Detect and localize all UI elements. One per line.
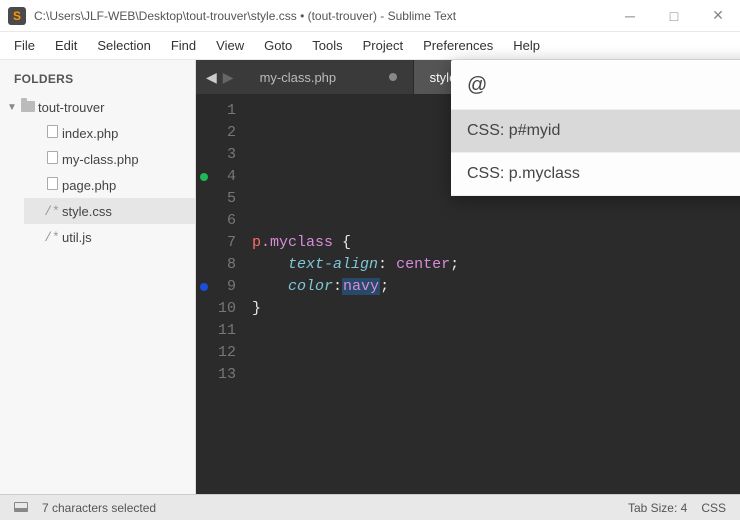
menu-edit[interactable]: Edit: [45, 34, 87, 57]
folder-tree: ▼ tout-trouver index.php my-class.php: [0, 94, 195, 250]
tab-nav-arrows: ◀ ▶: [196, 60, 244, 94]
file-icon: [42, 151, 62, 167]
line-number: 10: [196, 298, 236, 320]
line-number: 8: [196, 254, 236, 276]
menu-selection[interactable]: Selection: [87, 34, 160, 57]
tab-label: my-class.php: [260, 70, 337, 85]
tab-prev-icon[interactable]: ◀: [206, 69, 217, 86]
line-number: 5: [196, 188, 236, 210]
tree-file[interactable]: page.php: [24, 172, 195, 198]
app-icon: S: [8, 7, 26, 25]
menu-help[interactable]: Help: [503, 34, 550, 57]
main-area: FOLDERS ▼ tout-trouver index.php my-clas…: [0, 60, 740, 494]
tab-inactive[interactable]: my-class.php: [244, 60, 414, 94]
line-number: 13: [196, 364, 236, 386]
goto-option-selected[interactable]: CSS: p#myid: [451, 110, 740, 153]
goto-option[interactable]: CSS: p.myclass: [451, 153, 740, 196]
code-file-icon: /*: [42, 204, 62, 219]
status-tab-size[interactable]: Tab Size: 4: [628, 501, 687, 515]
menu-project[interactable]: Project: [353, 34, 413, 57]
tree-label: index.php: [62, 126, 118, 141]
line-number: 11: [196, 320, 236, 342]
tab-next-icon[interactable]: ▶: [223, 69, 234, 86]
folder-icon: [18, 100, 38, 115]
title-bar: S C:\Users\JLF-WEB\Desktop\tout-trouver\…: [0, 0, 740, 32]
code-file-icon: /*: [42, 230, 62, 245]
chevron-down-icon[interactable]: ▼: [6, 102, 18, 113]
selected-text: navy: [342, 278, 380, 295]
maximize-button[interactable]: □: [652, 0, 696, 32]
status-syntax[interactable]: CSS: [701, 501, 726, 515]
line-number: 1: [196, 100, 236, 122]
file-icon: [42, 177, 62, 193]
line-number: 9: [196, 276, 236, 298]
tree-folder-root[interactable]: ▼ tout-trouver: [0, 94, 195, 120]
tree-label: style.css: [62, 204, 112, 219]
window-controls: ─ □ ✕: [608, 0, 740, 32]
file-icon: [42, 125, 62, 141]
menu-preferences[interactable]: Preferences: [413, 34, 503, 57]
tree-label: page.php: [62, 178, 116, 193]
editor-area: ◀ ▶ my-class.php style.css ▼ 1 2 3 4 5 6…: [196, 60, 740, 494]
line-number: 2: [196, 122, 236, 144]
line-number: 6: [196, 210, 236, 232]
window-title: C:\Users\JLF-WEB\Desktop\tout-trouver\st…: [34, 9, 608, 23]
menu-find[interactable]: Find: [161, 34, 206, 57]
close-button[interactable]: ✕: [696, 0, 740, 32]
line-gutter: 1 2 3 4 5 6 7 8 9 10 11 12 13: [196, 94, 244, 494]
line-number: 4: [196, 166, 236, 188]
menu-file[interactable]: File: [4, 34, 45, 57]
menu-tools[interactable]: Tools: [302, 34, 352, 57]
sidebar-heading: FOLDERS: [0, 66, 195, 94]
panel-toggle-icon[interactable]: [14, 501, 28, 515]
tree-file[interactable]: index.php: [24, 120, 195, 146]
line-number: 12: [196, 342, 236, 364]
minimize-button[interactable]: ─: [608, 0, 652, 32]
gutter-mark-icon: [200, 283, 208, 291]
tree-file-selected[interactable]: /* style.css: [24, 198, 195, 224]
line-number: 7: [196, 232, 236, 254]
tree-file[interactable]: my-class.php: [24, 146, 195, 172]
status-selection[interactable]: 7 characters selected: [42, 501, 156, 515]
tree-label: util.js: [62, 230, 92, 245]
dirty-indicator-icon: [389, 73, 397, 81]
sidebar: FOLDERS ▼ tout-trouver index.php my-clas…: [0, 60, 196, 494]
goto-search-input[interactable]: @: [451, 60, 740, 110]
line-number: 3: [196, 144, 236, 166]
menu-bar: File Edit Selection Find View Goto Tools…: [0, 32, 740, 60]
status-bar: 7 characters selected Tab Size: 4 CSS: [0, 494, 740, 520]
tree-file[interactable]: /* util.js: [24, 224, 195, 250]
menu-view[interactable]: View: [206, 34, 254, 57]
goto-symbol-popup: @ CSS: p#myid CSS: p.myclass: [451, 60, 740, 196]
tree-label: tout-trouver: [38, 100, 104, 115]
tree-label: my-class.php: [62, 152, 139, 167]
gutter-mark-icon: [200, 173, 208, 181]
menu-goto[interactable]: Goto: [254, 34, 302, 57]
